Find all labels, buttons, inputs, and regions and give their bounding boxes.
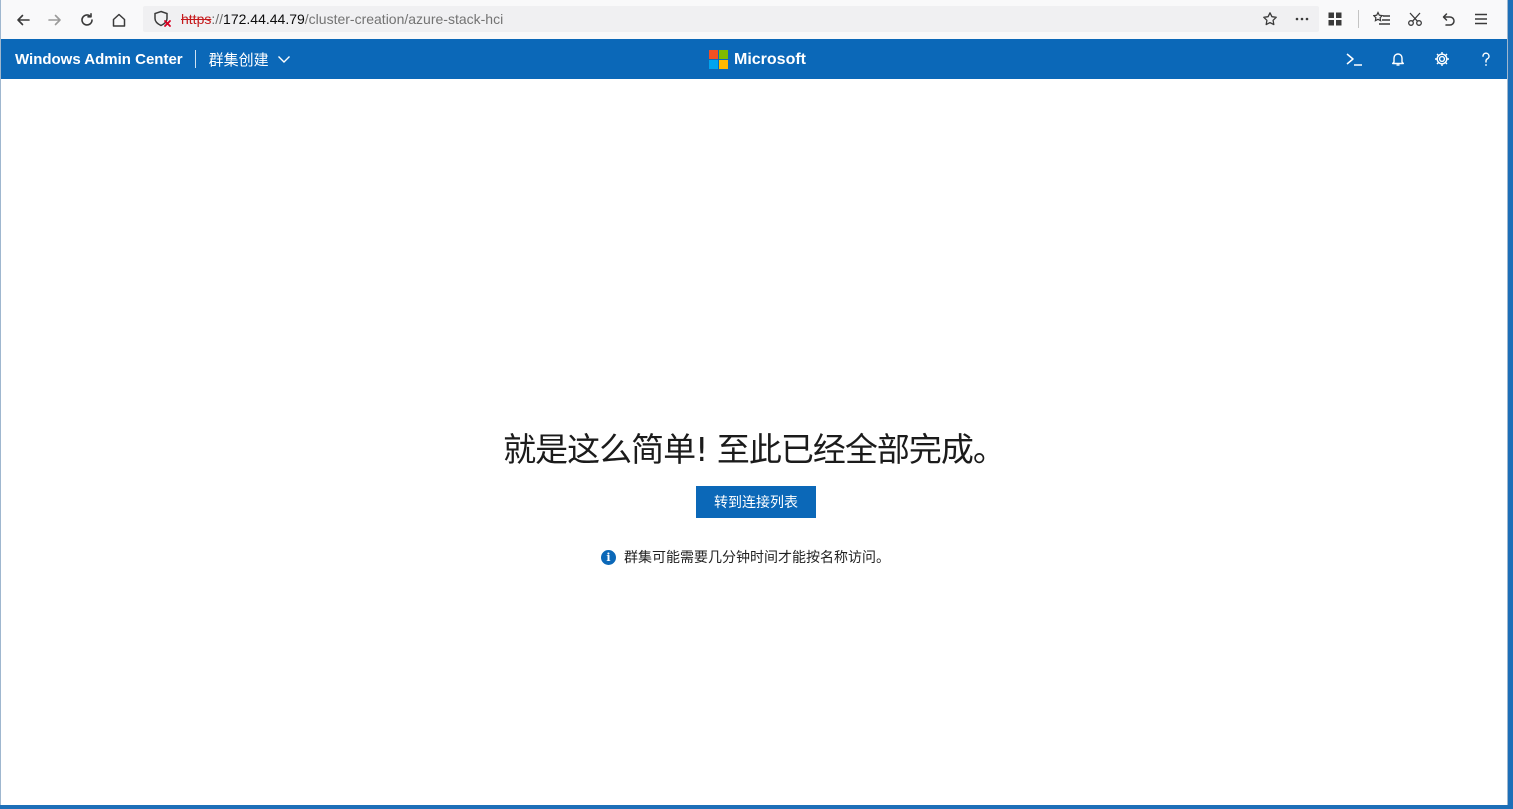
hamburger-menu-icon[interactable] (1471, 9, 1491, 29)
toolbar-divider (1358, 10, 1359, 28)
info-text: 群集可能需要几分钟时间才能按名称访问。 (624, 549, 890, 565)
url-host: 172.44.44.79 (223, 11, 305, 27)
logo-square-yellow (719, 60, 728, 69)
favorites-list-icon[interactable] (1372, 9, 1392, 29)
desktop-edge (0, 805, 1513, 809)
logo-square-green (719, 50, 728, 59)
completion-headline: 就是这么简单! 至此已经全部完成。 (503, 430, 1006, 469)
info-icon: i (601, 549, 616, 565)
main-content: 就是这么简单! 至此已经全部完成。 转到连接列表 i 群集可能需要几分钟时间才能… (1, 79, 1507, 805)
logo-square-red (709, 50, 718, 59)
header-actions (1345, 39, 1495, 79)
go-to-connections-button[interactable]: 转到连接列表 (696, 486, 816, 518)
url-scheme: https (181, 11, 212, 27)
app-header: Windows Admin Center 群集创建 Microsoft (1, 39, 1507, 79)
microsoft-squares-icon (709, 50, 728, 69)
more-dots-icon[interactable] (1293, 10, 1311, 28)
logo-square-blue (709, 60, 718, 69)
browser-toolbar: https :// 172.44.44.79 /cluster-creation… (1, 0, 1507, 39)
app-title[interactable]: Windows Admin Center (1, 51, 195, 68)
url-text: https :// 172.44.44.79 /cluster-creation… (181, 11, 503, 27)
url-separator: :// (211, 11, 224, 27)
apps-grid-icon[interactable] (1325, 9, 1345, 29)
address-bar[interactable]: https :// 172.44.44.79 /cluster-creation… (143, 6, 1319, 32)
insecure-shield-icon[interactable] (151, 7, 175, 31)
undo-icon[interactable] (1438, 9, 1458, 29)
reload-icon[interactable] (71, 4, 103, 36)
browser-toolbar-right (1325, 4, 1491, 34)
chevron-down-icon (277, 56, 290, 63)
microsoft-logo: Microsoft (709, 50, 806, 69)
help-icon[interactable] (1477, 50, 1495, 68)
browser-window: https :// 172.44.44.79 /cluster-creation… (0, 0, 1508, 805)
back-arrow-icon[interactable] (7, 4, 39, 36)
forward-arrow-icon[interactable] (39, 4, 71, 36)
powershell-icon[interactable] (1345, 50, 1363, 68)
url-actions (1261, 6, 1311, 32)
url-path: /cluster-creation/azure-stack-hci (304, 11, 504, 27)
info-message: i 群集可能需要几分钟时间才能按名称访问。 (601, 547, 890, 567)
scissors-icon[interactable] (1405, 9, 1425, 29)
breadcrumb-dropdown[interactable]: 群集创建 (196, 49, 291, 70)
gear-icon[interactable] (1433, 50, 1451, 68)
brand-name: Microsoft (734, 50, 806, 68)
breadcrumb-label: 群集创建 (208, 51, 269, 69)
home-icon[interactable] (103, 4, 135, 36)
bell-icon[interactable] (1389, 50, 1407, 68)
star-icon[interactable] (1261, 10, 1279, 28)
